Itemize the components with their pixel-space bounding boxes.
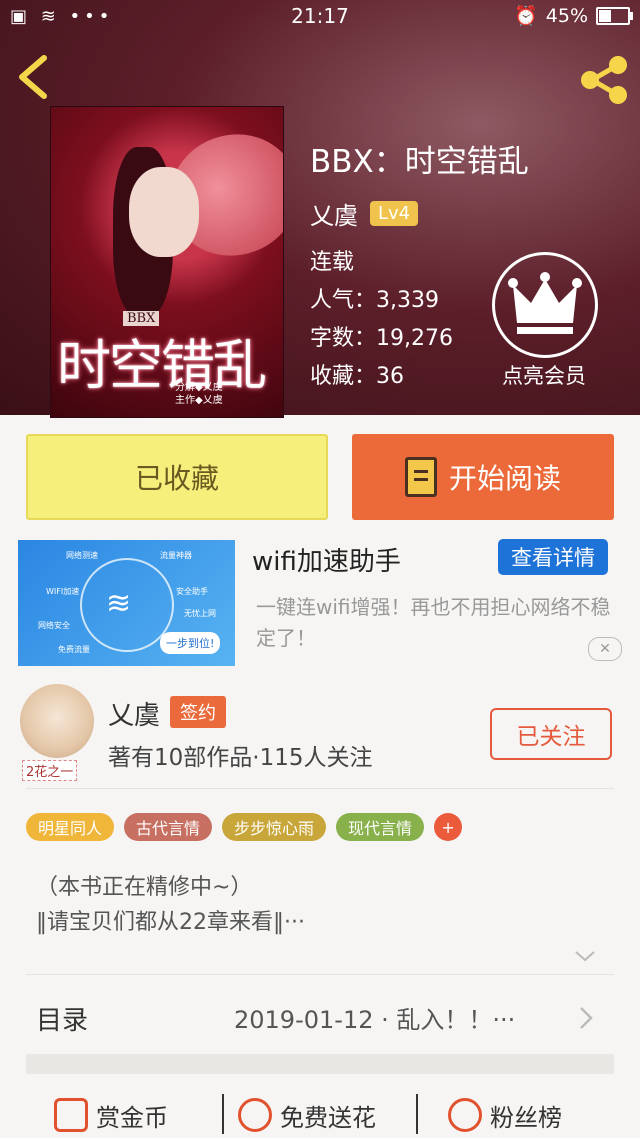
battery-icon: [596, 6, 633, 25]
start-reading-label: 开始阅读: [448, 462, 561, 495]
tag-item[interactable]: 现代言情: [336, 813, 425, 841]
book-favorites: 收藏：36: [310, 364, 404, 389]
ad-image-tag: WIFI加速: [46, 587, 80, 596]
close-icon[interactable]: ✕: [588, 637, 622, 661]
chevron-down-icon[interactable]: [574, 950, 596, 962]
add-tag-button[interactable]: +: [434, 813, 463, 841]
send-flower-label: 免费送花: [280, 1103, 376, 1132]
ad-image-tag: 流量神器: [160, 551, 192, 560]
bottom-divider: [222, 1094, 224, 1134]
start-reading-button[interactable]: 开始阅读: [352, 434, 614, 520]
divider: [26, 788, 614, 789]
ad-image[interactable]: ≋ 网络测速 流量神器 WIFI加速 安全助手 网络安全 无忧上网 免费流量 一…: [18, 540, 235, 666]
toc-latest-chapter[interactable]: 2019-01-12 · 乱入！！···: [234, 1000, 515, 1035]
tag-item[interactable]: 古代言情: [124, 813, 213, 841]
wifi-icon: ≋: [106, 586, 132, 621]
favorited-button[interactable]: 已收藏: [26, 434, 328, 520]
author-name[interactable]: 乂虞: [108, 695, 160, 732]
book-author[interactable]: 乂虞: [310, 196, 358, 231]
toc-label[interactable]: 目录: [36, 1000, 88, 1037]
book-popularity: 人气：3,339: [310, 288, 439, 313]
ad-detail-button[interactable]: 查看详情: [498, 539, 608, 575]
cover-subtitle: 分解◆乂虞 主作◆乂虞: [175, 382, 223, 406]
signed-badge: 签约: [170, 696, 226, 728]
vip-label[interactable]: 点亮会员: [484, 360, 604, 390]
cover-face: [129, 167, 199, 257]
tag-item[interactable]: 步步惊心雨: [222, 813, 327, 841]
vip-button[interactable]: [492, 252, 598, 358]
follow-button[interactable]: 已关注: [490, 708, 612, 760]
tag-list: 明星同人 古代言情 步步惊心雨 现代言情 +: [26, 813, 463, 841]
intro-line: ‖请宝贝们都从22章来看‖···: [36, 910, 305, 935]
ad-image-tag: 网络测速: [66, 551, 98, 560]
fan-ranking-label: 粉丝榜: [490, 1103, 562, 1132]
fan-ranking-button[interactable]: 粉丝榜: [448, 1092, 562, 1138]
status-right: ⏰ 45%: [514, 4, 633, 27]
book-icon: [404, 457, 437, 497]
rank-icon: [448, 1098, 482, 1132]
reward-coins-button[interactable]: 赏金币: [54, 1092, 168, 1138]
ad-image-tag: 免费流量: [58, 645, 90, 654]
status-bar: ▣ ≋ ••• 21:17 ⏰ 45%: [0, 0, 640, 34]
book-cover[interactable]: BBX 时空错乱 分解◆乂虞 主作◆乂虞: [50, 106, 284, 418]
ad-description: 一键连wifi增强！再也不用担心网络不稳定了！: [256, 595, 611, 650]
reward-coins-label: 赏金币: [96, 1103, 168, 1132]
flower-icon: [238, 1098, 272, 1132]
share-icon[interactable]: [578, 54, 630, 106]
coin-icon: [54, 1098, 88, 1132]
ad-image-tag: 安全助手: [176, 587, 208, 596]
tag-item[interactable]: 明星同人: [26, 813, 115, 841]
book-status: 连载: [310, 250, 355, 275]
cover-title: 时空错乱: [57, 334, 267, 397]
book-title: BBX：时空错乱: [310, 144, 529, 180]
book-intro[interactable]: （本书正在精修中~） ‖请宝贝们都从22章来看‖···: [36, 870, 596, 940]
ad-image-tag: 网络安全: [38, 621, 70, 630]
intro-line: （本书正在精修中~）: [36, 875, 253, 900]
ad-image-tag: 无忧上网: [184, 609, 216, 618]
bottom-divider: [416, 1094, 418, 1134]
book-word-count: 字数：19,276: [310, 326, 453, 351]
section-separator: [26, 1054, 614, 1074]
back-arrow-icon[interactable]: [14, 54, 54, 100]
ad-title[interactable]: wifi加速助手: [252, 541, 401, 578]
chevron-right-icon[interactable]: [578, 1006, 594, 1030]
book-author-line: 乂虞 Lv4: [310, 196, 419, 231]
alarm-icon: ⏰: [514, 5, 538, 27]
divider: [26, 974, 614, 975]
ad-image-cta: 一步到位!: [160, 632, 221, 654]
send-flower-button[interactable]: 免费送花: [238, 1092, 376, 1138]
crown-icon: [508, 272, 582, 334]
author-avatar[interactable]: [20, 684, 94, 758]
author-level-badge: Lv4: [370, 201, 419, 226]
author-meta: 著有10部作品·115人关注: [108, 745, 373, 771]
avatar-tag: 2花之一: [22, 760, 78, 781]
battery-percent: 45%: [545, 4, 588, 27]
